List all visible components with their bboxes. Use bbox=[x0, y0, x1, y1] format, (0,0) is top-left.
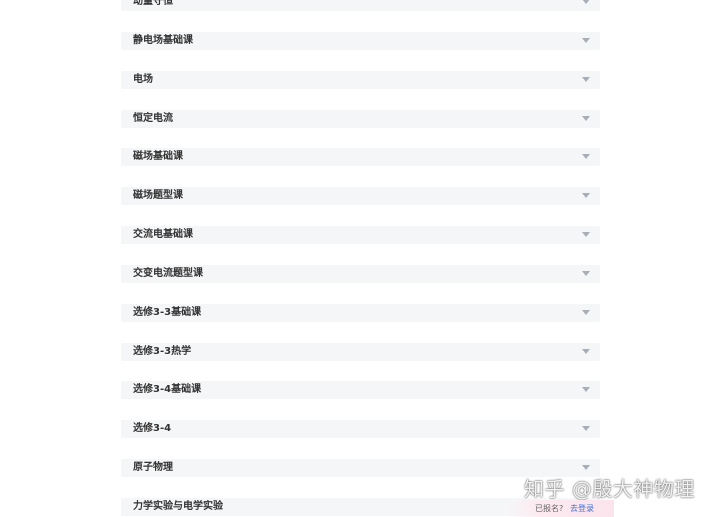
enrolled-question: 已报名? bbox=[535, 504, 564, 513]
section-label: 选修3-3基础课 bbox=[133, 306, 202, 318]
chevron-down-icon[interactable] bbox=[582, 387, 590, 393]
section-row-ac-problems[interactable]: 交变电流题型课 bbox=[121, 264, 600, 283]
section-row-elective-3-3-thermal[interactable]: 选修3-3热学 bbox=[121, 342, 600, 361]
chevron-down-icon[interactable] bbox=[582, 193, 590, 199]
section-label: 选修3-4 bbox=[133, 423, 172, 435]
section-row-electrostatics-basic[interactable]: 静电场基础课 bbox=[121, 31, 600, 50]
chevron-down-icon[interactable] bbox=[582, 76, 590, 82]
section-label: 交变电流题型课 bbox=[133, 267, 203, 279]
login-link[interactable]: 去登录 bbox=[570, 503, 594, 514]
chevron-down-icon[interactable] bbox=[582, 270, 590, 276]
section-label: 选修3-4基础课 bbox=[133, 384, 202, 396]
course-section-list: 动量守恒 静电场基础课 电场 恒定电流 磁场基础课 磁场题型课 交流电基础课 交… bbox=[121, 0, 600, 517]
section-row-elective-3-4[interactable]: 选修3-4 bbox=[121, 420, 600, 439]
course-outline-page: 动量守恒 静电场基础课 电场 恒定电流 磁场基础课 磁场题型课 交流电基础课 交… bbox=[0, 0, 720, 517]
section-label: 动量守恒 bbox=[133, 0, 173, 7]
chevron-down-icon[interactable] bbox=[582, 348, 590, 354]
section-label: 电场 bbox=[133, 73, 153, 85]
section-label: 选修3-3热学 bbox=[133, 345, 192, 357]
chevron-down-icon[interactable] bbox=[582, 465, 590, 471]
section-row-elective-3-3-basic[interactable]: 选修3-3基础课 bbox=[121, 303, 600, 322]
section-label: 原子物理 bbox=[133, 462, 173, 474]
section-row-magnetism-problems[interactable]: 磁场题型课 bbox=[121, 187, 600, 206]
section-row-elective-3-4-basic[interactable]: 选修3-4基础课 bbox=[121, 381, 600, 400]
chevron-down-icon[interactable] bbox=[582, 154, 590, 160]
chevron-down-icon[interactable] bbox=[582, 309, 590, 315]
section-row-electric-field[interactable]: 电场 bbox=[121, 70, 600, 89]
section-label: 磁场基础课 bbox=[133, 151, 183, 163]
section-label: 交流电基础课 bbox=[133, 229, 193, 241]
chevron-down-icon[interactable] bbox=[582, 115, 590, 121]
chevron-down-icon[interactable] bbox=[582, 232, 590, 238]
section-row-ac-basic[interactable]: 交流电基础课 bbox=[121, 226, 600, 245]
section-label: 恒定电流 bbox=[133, 112, 173, 124]
section-row-momentum[interactable]: 动量守恒 bbox=[121, 0, 600, 11]
chevron-down-icon[interactable] bbox=[582, 37, 590, 43]
chevron-down-icon[interactable] bbox=[582, 0, 590, 4]
section-row-dc-current[interactable]: 恒定电流 bbox=[121, 109, 600, 128]
section-row-magnetism-basic[interactable]: 磁场基础课 bbox=[121, 148, 600, 167]
section-label: 力学实验与电学实验 bbox=[133, 500, 223, 512]
section-label: 磁场题型课 bbox=[133, 190, 183, 202]
section-label: 静电场基础课 bbox=[133, 34, 193, 46]
zhihu-watermark: 知乎 @殷大神物理 bbox=[524, 477, 695, 501]
chevron-down-icon[interactable] bbox=[582, 426, 590, 432]
